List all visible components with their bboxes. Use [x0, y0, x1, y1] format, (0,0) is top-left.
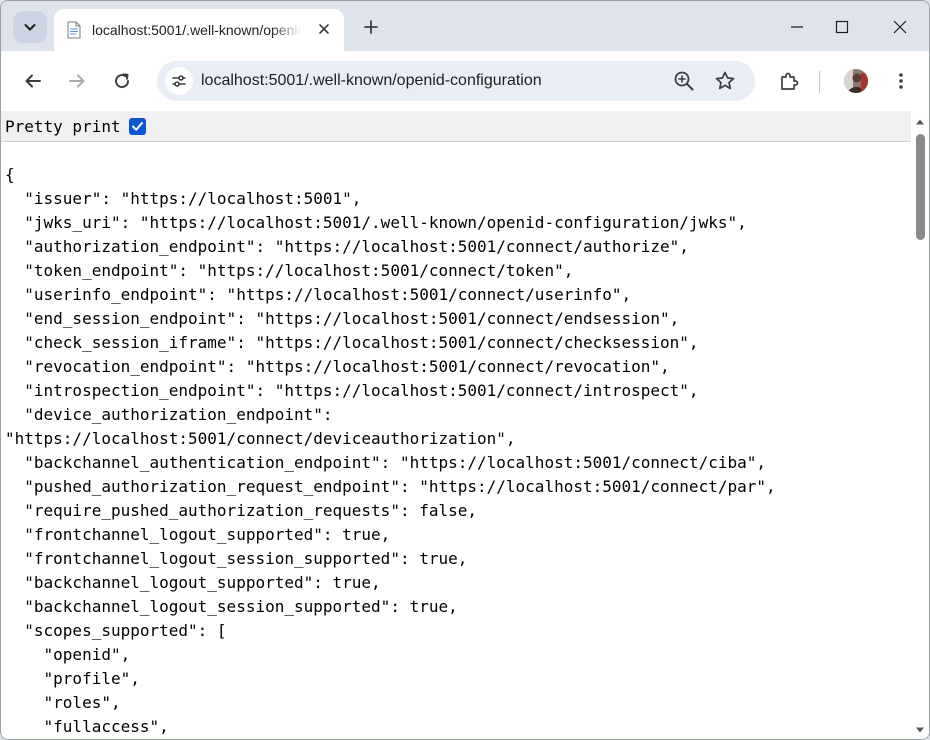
json-line: "end_session_endpoint": "https://localho…	[5, 309, 680, 328]
arrow-right-icon	[69, 74, 85, 88]
tune-icon	[172, 75, 186, 87]
checkmark-icon	[131, 121, 143, 131]
tab-search-button[interactable]	[13, 11, 47, 43]
active-tab[interactable]: localhost:5001/.well-known/openid-config…	[54, 9, 344, 51]
chevron-down-icon	[24, 24, 36, 31]
zoom-in-icon[interactable]	[673, 70, 695, 92]
json-line: {	[5, 165, 15, 184]
pretty-print-label: Pretty print	[5, 116, 121, 136]
menu-button[interactable]	[887, 67, 915, 95]
json-line: "backchannel_authentication_endpoint": "…	[5, 453, 766, 472]
close-window-button[interactable]	[885, 13, 915, 41]
back-button[interactable]	[19, 67, 47, 95]
forward-button[interactable]	[63, 67, 91, 95]
scroll-thumb[interactable]	[916, 134, 925, 240]
browser-toolbar: localhost:5001/.well-known/openid-config…	[1, 51, 929, 111]
json-line: "token_endpoint": "https://localhost:500…	[5, 261, 574, 280]
json-line: "frontchannel_logout_supported": true,	[5, 525, 391, 544]
json-line: "https://localhost:5001/connect/deviceau…	[5, 429, 516, 448]
minimize-button[interactable]	[782, 13, 812, 41]
json-line: "introspection_endpoint": "https://local…	[5, 381, 699, 400]
json-line: "backchannel_logout_session_supported": …	[5, 597, 458, 616]
maximize-icon	[835, 20, 849, 34]
arrow-left-icon	[25, 74, 41, 88]
minimize-icon	[791, 26, 803, 28]
extensions-button[interactable]	[775, 67, 803, 95]
pretty-print-checkbox[interactable]	[128, 117, 146, 135]
new-tab-button[interactable]	[359, 15, 383, 39]
address-bar[interactable]: localhost:5001/.well-known/openid-config…	[157, 61, 755, 101]
url-text[interactable]: localhost:5001/.well-known/openid-config…	[201, 72, 542, 90]
json-line: "revocation_endpoint": "https://localhos…	[5, 357, 670, 376]
document-icon	[67, 21, 81, 39]
close-icon	[893, 20, 907, 34]
scroll-up-arrow-icon[interactable]	[915, 117, 925, 127]
json-line: "check_session_iframe": "https://localho…	[5, 333, 699, 352]
page-content: Pretty print { "issuer": "https://localh…	[1, 111, 929, 739]
puzzle-icon	[781, 72, 799, 90]
reload-button[interactable]	[108, 67, 136, 95]
site-info-button[interactable]	[165, 67, 193, 95]
json-line: "backchannel_logout_supported": true,	[5, 573, 381, 592]
scroll-down-arrow-icon[interactable]	[915, 725, 925, 735]
json-line: "authorization_endpoint": "https://local…	[5, 237, 689, 256]
plus-icon	[364, 20, 378, 34]
json-line: "require_pushed_authorization_requests":…	[5, 501, 478, 520]
json-line: "device_authorization_endpoint":	[5, 405, 333, 424]
json-line: "frontchannel_logout_session_supported":…	[5, 549, 468, 568]
tab-title: localhost:5001/.well-known/openid-config…	[92, 22, 302, 38]
json-line: "roles",	[5, 693, 121, 712]
browser-window: localhost:5001/.well-known/openid-config…	[0, 0, 930, 740]
json-line: "openid",	[5, 645, 131, 664]
profile-avatar[interactable]	[844, 69, 868, 93]
json-line: "jwks_uri": "https://localhost:5001/.wel…	[5, 213, 747, 232]
reload-icon	[115, 73, 130, 89]
maximize-button[interactable]	[827, 13, 857, 41]
json-line: "issuer": "https://localhost:5001",	[5, 189, 362, 208]
json-line: "fullaccess",	[5, 717, 169, 736]
star-icon[interactable]	[714, 70, 736, 92]
json-text: { "issuer": "https://localhost:5001", "j…	[5, 163, 905, 739]
more-vert-icon	[899, 73, 903, 89]
json-line: "scopes_supported": [	[5, 621, 227, 640]
json-line: "pushed_authorization_request_endpoint":…	[5, 477, 776, 496]
close-icon	[319, 24, 329, 34]
vertical-scrollbar[interactable]	[912, 111, 928, 739]
json-line: "userinfo_endpoint": "https://localhost:…	[5, 285, 632, 304]
avatar-icon	[844, 69, 868, 93]
tab-strip: localhost:5001/.well-known/openid-config…	[1, 1, 929, 51]
toolbar-separator	[819, 71, 820, 93]
tab-close-button[interactable]	[314, 19, 334, 39]
json-line: "profile",	[5, 669, 140, 688]
pretty-print-bar: Pretty print	[1, 111, 911, 142]
